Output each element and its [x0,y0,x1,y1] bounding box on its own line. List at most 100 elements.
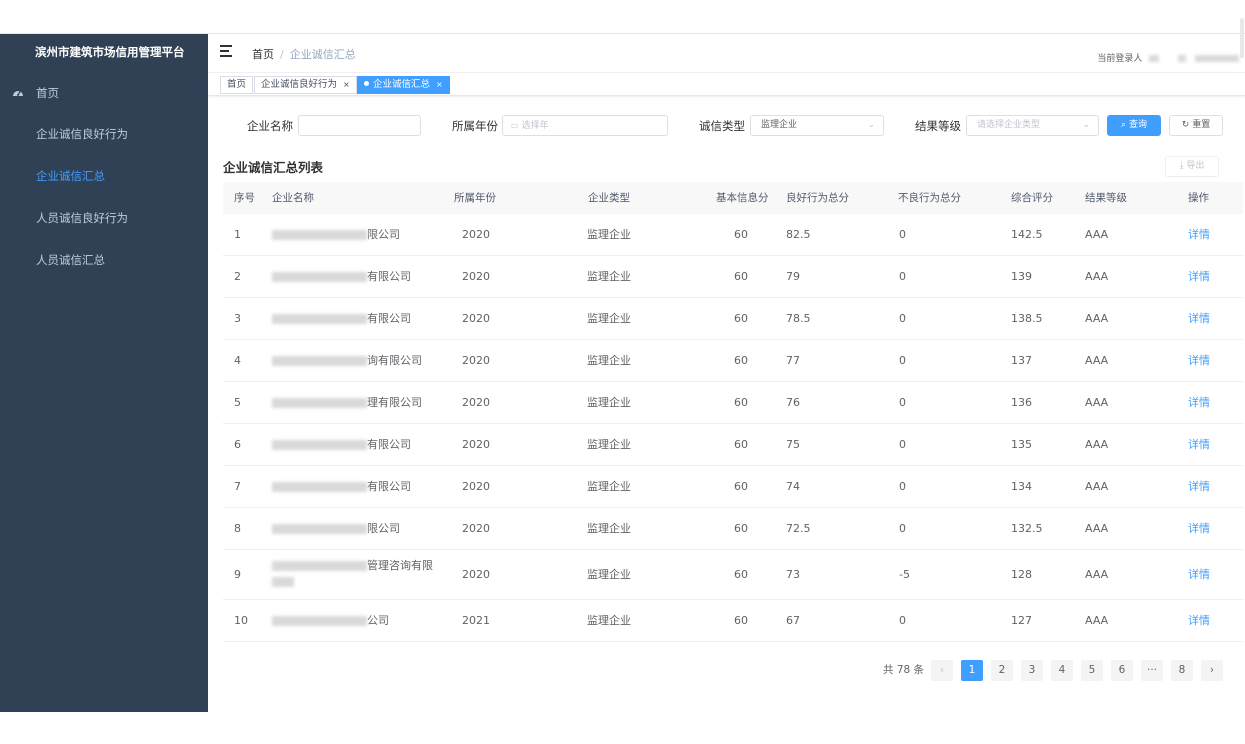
cell-index: 2 [234,270,241,283]
cell-grade: AAA [1085,614,1109,627]
sidebar-item-label: 企业诚信汇总 [36,169,105,183]
cell-grade: AAA [1085,568,1109,581]
main: 首页 / 企业诚信汇总 当前登录人 首页 企业诚信良好行为 × 企业诚信汇总 × 企业名… [208,34,1245,712]
list-title: 企业诚信汇总列表 [223,160,324,175]
cell-company-name: 管理咨询有限 [272,558,437,600]
export-button[interactable]: ⤓ 导出 [1165,156,1219,177]
detail-link[interactable]: 详情 [1188,600,1210,642]
cell-index: 7 [234,480,241,493]
tag-home[interactable]: 首页 [220,76,254,94]
redacted-name-blur [272,561,367,571]
search-button[interactable]: ⌕ 查询 [1107,115,1161,136]
cell-basic: 60 [734,614,748,627]
user-info[interactable]: 当前登录人 [1097,51,1239,64]
cell-type: 监理企业 [587,568,631,581]
detail-link[interactable]: 详情 [1188,550,1210,600]
cell-good: 82.5 [786,228,811,241]
page-2[interactable]: 2 [991,660,1013,681]
reset-button[interactable]: ↻ 重置 [1169,115,1223,136]
cell-year: 2020 [462,438,490,451]
credit-type-select[interactable]: 监理企业 ⌄ [750,115,884,136]
year-placeholder: 选择年 [521,121,549,131]
cell-grade: AAA [1085,438,1109,451]
company-name-suffix: 有限公司 [367,438,411,451]
sidebar-item-person-summary[interactable]: 人员诚信汇总 [0,240,208,280]
page-6[interactable]: 6 [1111,660,1133,681]
sidebar-item-company-summary[interactable]: 企业诚信汇总 [0,156,208,196]
cell-type: 监理企业 [587,438,631,451]
detail-link[interactable]: 详情 [1188,214,1210,256]
user-dept-blur [1195,55,1239,62]
cell-basic: 60 [734,396,748,409]
sidebar-item-label: 人员诚信良好行为 [36,211,128,225]
detail-link[interactable]: 详情 [1188,340,1210,382]
grade-label: 结果等级 [915,119,961,133]
page-3[interactable]: 3 [1021,660,1043,681]
hamburger-icon[interactable] [220,45,234,57]
close-icon[interactable]: × [436,80,443,89]
search-icon: ⌕ [1121,120,1127,130]
year-picker[interactable]: ▭ 选择年 [502,115,668,136]
cell-index: 9 [234,568,241,581]
dashboard-icon [12,73,24,113]
detail-link[interactable]: 详情 [1188,256,1210,298]
detail-link[interactable]: 详情 [1188,466,1210,508]
credit-type-label: 诚信类型 [699,119,745,133]
cell-year: 2020 [462,312,490,325]
cell-type: 监理企业 [587,312,631,325]
cell-company-name: 有限公司 [272,256,411,298]
cell-total: 135 [1011,438,1032,451]
page-4[interactable]: 4 [1051,660,1073,681]
cell-total: 138.5 [1011,312,1043,325]
export-button-label: 导出 [1186,161,1205,171]
cell-company-name: 公司 [272,600,389,642]
cell-total: 142.5 [1011,228,1043,241]
redacted-name-blur [272,440,367,450]
prev-page-icon[interactable]: ‹ [931,660,953,681]
table-body: 1 2020 监理企业 60 82.5 0 142.5 AAA 详情 限公司 2 2020 监理企业 60… [223,214,1243,642]
tag-company-summary[interactable]: 企业诚信汇总 × [357,76,450,94]
company-name-suffix: 有限公司 [367,480,411,493]
user-avatar-blur [1149,55,1160,62]
next-page-icon[interactable]: › [1201,660,1223,681]
cell-type: 监理企业 [587,396,631,409]
detail-link[interactable]: 详情 [1188,298,1210,340]
active-dot-icon [364,81,369,86]
user-name-blur [1178,55,1187,62]
breadcrumb-current: 企业诚信汇总 [289,48,356,61]
breadcrumb-home[interactable]: 首页 [252,48,274,61]
grade-select[interactable]: 请选择企业类型 ⌄ [966,115,1099,136]
company-name-label: 企业名称 [247,119,293,133]
cell-index: 5 [234,396,241,409]
company-name-suffix: 理有限公司 [367,396,422,409]
detail-link[interactable]: 详情 [1188,424,1210,466]
page-1[interactable]: 1 [961,660,983,681]
detail-link[interactable]: 详情 [1188,382,1210,424]
cell-basic: 60 [734,568,748,581]
company-name-suffix: 限公司 [367,228,400,241]
sidebar-item-person-good[interactable]: 人员诚信良好行为 [0,198,208,238]
cell-year: 2020 [462,396,490,409]
cell-company-name: 限公司 [272,214,400,256]
sidebar-item-home[interactable]: 首页 [0,73,208,113]
detail-link[interactable]: 详情 [1188,508,1210,550]
page-8[interactable]: 8 [1171,660,1193,681]
cell-grade: AAA [1085,522,1109,535]
sidebar-item-company-good[interactable]: 企业诚信良好行为 [0,114,208,154]
cell-year: 2021 [462,614,490,627]
close-icon[interactable]: × [343,80,350,89]
th-action: 操作 [1188,192,1209,204]
cell-bad: 0 [899,396,906,409]
tag-company-good[interactable]: 企业诚信良好行为 × [254,76,357,94]
table-row: 3 2020 监理企业 60 78.5 0 138.5 AAA 详情 有限公司 [223,298,1243,340]
cell-grade: AAA [1085,396,1109,409]
page-5[interactable]: 5 [1081,660,1103,681]
cell-index: 3 [234,312,241,325]
table-row: 10 2021 监理企业 60 67 0 127 AAA 详情 公司 [223,600,1243,642]
more-pages-icon[interactable]: ··· [1141,660,1163,681]
cell-type: 监理企业 [587,614,631,627]
company-name-input[interactable] [298,115,421,136]
cell-index: 10 [234,614,248,627]
redacted-name-blur [272,356,367,366]
refresh-icon: ↻ [1181,120,1190,130]
